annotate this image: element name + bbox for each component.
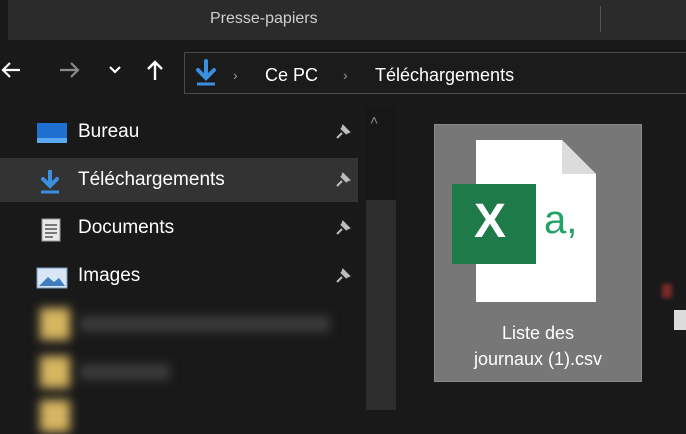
back-arrow-icon[interactable] bbox=[0, 58, 20, 87]
blurred-label bbox=[80, 316, 330, 332]
csv-glyph: a, bbox=[544, 198, 578, 242]
sidebar-item-images[interactable]: Images bbox=[0, 254, 358, 298]
folder-icon bbox=[40, 400, 70, 432]
images-icon bbox=[36, 266, 68, 289]
pin-icon[interactable] bbox=[333, 122, 353, 142]
sidebar-item-blurred[interactable] bbox=[40, 306, 340, 342]
sidebar-item-label: Images bbox=[78, 265, 141, 286]
blurred-label bbox=[80, 364, 170, 380]
ribbon-edge bbox=[0, 0, 8, 40]
navigation-pane: Bureau Téléchargements Documents Images bbox=[0, 106, 366, 432]
pin-icon[interactable] bbox=[333, 218, 353, 238]
file-item-selected[interactable]: X a, Liste des journaux (1).csv bbox=[434, 124, 642, 382]
sidebar-item-label: Documents bbox=[78, 217, 175, 238]
sidebar-item-label: Bureau bbox=[78, 121, 140, 142]
sidebar-item-documents[interactable]: Documents bbox=[0, 206, 358, 250]
document-icon bbox=[36, 218, 68, 242]
scroll-up-icon[interactable]: ˄ bbox=[370, 112, 378, 128]
sidebar-item-telechargements[interactable]: Téléchargements bbox=[0, 158, 358, 202]
file-name: Liste des journaux (1).csv bbox=[473, 323, 603, 369]
address-bar[interactable]: › Ce PC › Téléchargements bbox=[184, 52, 686, 94]
breadcrumb-downloads[interactable]: Téléchargements bbox=[375, 65, 514, 86]
breadcrumb-separator[interactable]: › bbox=[343, 67, 348, 83]
sidebar-item-bureau[interactable]: Bureau bbox=[0, 110, 358, 154]
folder-icon bbox=[40, 308, 70, 340]
sidebar-item-label: Téléchargements bbox=[78, 169, 225, 190]
excel-badge-letter: X bbox=[474, 195, 507, 248]
sidebar-item-blurred[interactable] bbox=[40, 354, 340, 390]
pin-icon[interactable] bbox=[333, 266, 353, 286]
up-arrow-icon[interactable] bbox=[144, 58, 166, 87]
download-icon bbox=[36, 169, 68, 194]
chevron-down-icon[interactable] bbox=[108, 58, 122, 87]
pin-icon[interactable] bbox=[333, 170, 353, 190]
folder-icon bbox=[40, 356, 70, 388]
forward-arrow-icon[interactable] bbox=[58, 58, 82, 87]
file-item-partial[interactable] bbox=[660, 280, 686, 340]
ribbon: Presse-papiers bbox=[0, 0, 686, 40]
desktop-icon bbox=[36, 122, 68, 144]
ribbon-group-label: Presse-papiers bbox=[210, 10, 318, 27]
ribbon-divider bbox=[600, 6, 601, 32]
download-arrow-icon bbox=[193, 59, 219, 92]
breadcrumb-this-pc[interactable]: Ce PC bbox=[265, 65, 318, 86]
scrollbar-thumb[interactable] bbox=[366, 200, 396, 410]
breadcrumb-separator[interactable]: › bbox=[233, 67, 238, 83]
sidebar-item-blurred[interactable] bbox=[40, 398, 340, 434]
